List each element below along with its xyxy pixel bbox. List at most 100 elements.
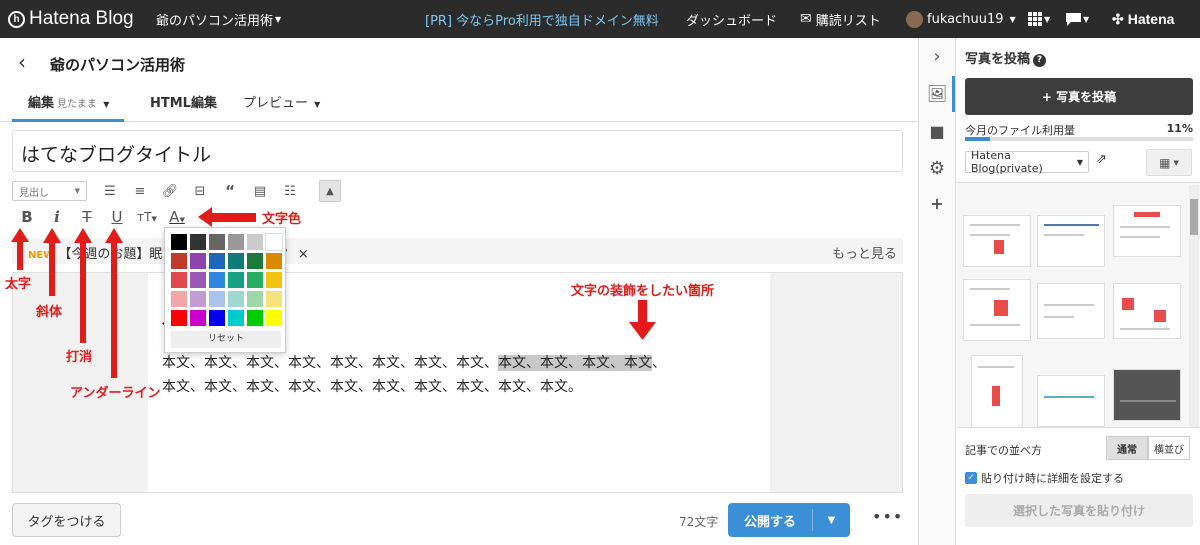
sort-horizontal-button[interactable]: 横並び [1148, 436, 1190, 460]
color-swatch[interactable] [209, 234, 225, 250]
color-swatch[interactable] [247, 310, 263, 326]
strikethrough-icon[interactable]: T [72, 208, 102, 226]
quote-icon[interactable]: “ [215, 182, 245, 200]
sort-normal-button[interactable]: 通常 [1106, 436, 1148, 460]
folder-icon[interactable]: ■ [919, 122, 955, 141]
bold-icon[interactable]: B [12, 208, 42, 226]
color-swatch[interactable] [171, 310, 187, 326]
color-swatch[interactable] [228, 234, 244, 250]
dashboard-link[interactable]: ダッシュボード [686, 0, 777, 38]
color-swatch[interactable] [209, 291, 225, 307]
photo-thumbnail[interactable] [963, 215, 1031, 267]
font-size-icon[interactable]: тT▼ [132, 210, 162, 224]
thumb-line [1044, 224, 1099, 226]
scrollbar-thumb[interactable] [1190, 199, 1198, 235]
external-link-icon[interactable]: ⇗ [1096, 152, 1107, 167]
photo-thumbnail[interactable] [971, 355, 1023, 427]
hatena-blog-logo[interactable]: h Hatena Blog [8, 0, 134, 38]
add-tag-button[interactable]: タグをつける [12, 503, 121, 537]
caret-down-icon: ▼ [1173, 158, 1179, 167]
gallery-scrollbar[interactable] [1189, 185, 1199, 427]
color-swatch[interactable] [209, 253, 225, 269]
photo-thumbnail[interactable] [1113, 283, 1181, 339]
color-swatch[interactable] [247, 291, 263, 307]
plus-icon[interactable]: + [919, 194, 955, 213]
color-swatch[interactable] [247, 234, 263, 250]
color-swatch[interactable] [247, 272, 263, 288]
view-toggle-button[interactable]: ▦ ▼ [1146, 149, 1192, 176]
color-swatch[interactable] [190, 253, 206, 269]
more-options-icon[interactable]: ••• [872, 507, 903, 526]
blog-name: 爺のパソコン活用術 [156, 13, 274, 29]
chevron-right-icon[interactable]: › [919, 46, 955, 67]
color-swatch[interactable] [209, 272, 225, 288]
color-swatch[interactable] [247, 253, 263, 269]
post-photo-button[interactable]: + 写真を投稿 [965, 78, 1193, 115]
apps-menu[interactable]: ▼ [1028, 0, 1050, 38]
color-swatch[interactable] [266, 310, 282, 326]
color-swatch[interactable] [228, 310, 244, 326]
photo-thumbnail[interactable] [1037, 283, 1105, 339]
chevron-left-icon[interactable]: ‹ [18, 50, 26, 74]
color-swatch[interactable] [228, 291, 244, 307]
color-swatch[interactable] [190, 310, 206, 326]
chevron-down-icon[interactable]: ▼ [813, 515, 850, 526]
color-swatch[interactable] [265, 233, 283, 251]
publish-button[interactable]: 公開する ▼ [728, 503, 850, 537]
horizontal-rule-icon[interactable]: ⊟ [185, 184, 215, 199]
color-swatch[interactable] [171, 253, 187, 269]
color-swatch[interactable] [190, 234, 206, 250]
close-icon[interactable]: × [298, 247, 309, 262]
photo-thumbnail[interactable] [1113, 205, 1181, 257]
color-swatch[interactable] [190, 272, 206, 288]
chevron-down-icon: ▼ [1076, 157, 1083, 167]
text-color-icon[interactable]: A▼ [162, 208, 192, 226]
color-swatch[interactable] [190, 291, 206, 307]
tab-html-edit[interactable]: HTML編集 [150, 92, 217, 111]
tab-edit[interactable]: 編集 見たまま ▼ [28, 92, 109, 111]
annotation-bold: 太字 [5, 277, 32, 292]
color-swatch[interactable] [171, 234, 187, 250]
thumb-line [1120, 328, 1170, 330]
numbered-list-icon[interactable]: ≡ [125, 184, 155, 199]
color-swatch[interactable] [266, 272, 282, 288]
photo-thumbnail[interactable] [1037, 215, 1105, 267]
reset-color-button[interactable]: リセット [171, 331, 281, 348]
blog-switcher[interactable]: 爺のパソコン活用術 ▼ [156, 0, 281, 38]
detail-settings-checkbox[interactable]: ✓ 貼り付け時に詳細を設定する [965, 470, 1124, 486]
color-swatch[interactable] [266, 291, 282, 307]
photo-thumbnail[interactable] [1037, 375, 1105, 427]
gear-icon[interactable]: ⚙ [919, 158, 955, 179]
photo-thumbnail[interactable] [963, 279, 1031, 341]
table-icon[interactable]: ▤ [245, 184, 275, 199]
help-icon[interactable]: ? [1033, 54, 1047, 67]
hatena-link[interactable]: ✣ Hatena [1112, 0, 1174, 38]
more-link[interactable]: もっと見る [832, 243, 897, 262]
entry-title-input[interactable]: はてなブログタイトル [12, 130, 903, 172]
color-swatch[interactable] [209, 310, 225, 326]
reading-list-link[interactable]: ✉ 購読リスト [800, 0, 881, 38]
promo-link[interactable]: [PR] 今ならPro利用で独自ドメイン無料 [425, 0, 659, 38]
chevron-up-icon[interactable]: ▲ [319, 180, 341, 202]
more-tools-icon[interactable]: ☷ [275, 184, 305, 199]
bullet-list-icon[interactable]: ☰ [95, 184, 125, 199]
paste-photo-button[interactable]: 選択した写真を貼り付け [965, 494, 1193, 527]
user-menu[interactable]: fukachuu19 ▼ [906, 0, 1016, 38]
color-swatch[interactable] [228, 272, 244, 288]
blog-select[interactable]: Hatena Blog(private) ▼ [965, 149, 1089, 175]
heading-select[interactable]: 見出し ▼ [12, 181, 87, 201]
link-icon[interactable]: 🔗︎ [155, 184, 185, 199]
photo-thumbnail[interactable] [1113, 369, 1181, 421]
color-swatch[interactable] [266, 253, 282, 269]
new-badge: NEW [28, 250, 55, 261]
color-swatch[interactable] [171, 272, 187, 288]
photo-icon[interactable]: 🖼︎ [919, 84, 955, 103]
notifications-menu[interactable]: ▼ [1066, 0, 1089, 38]
underline-icon[interactable]: U [102, 208, 132, 226]
italic-icon[interactable]: i [42, 208, 72, 226]
color-swatch[interactable] [171, 291, 187, 307]
thumb-line [1044, 396, 1094, 398]
annotation-decoration-target: 文字の装飾をしたい箇所 [571, 284, 715, 299]
color-swatch[interactable] [228, 253, 244, 269]
tab-preview[interactable]: プレビュー ▼ [243, 92, 320, 111]
